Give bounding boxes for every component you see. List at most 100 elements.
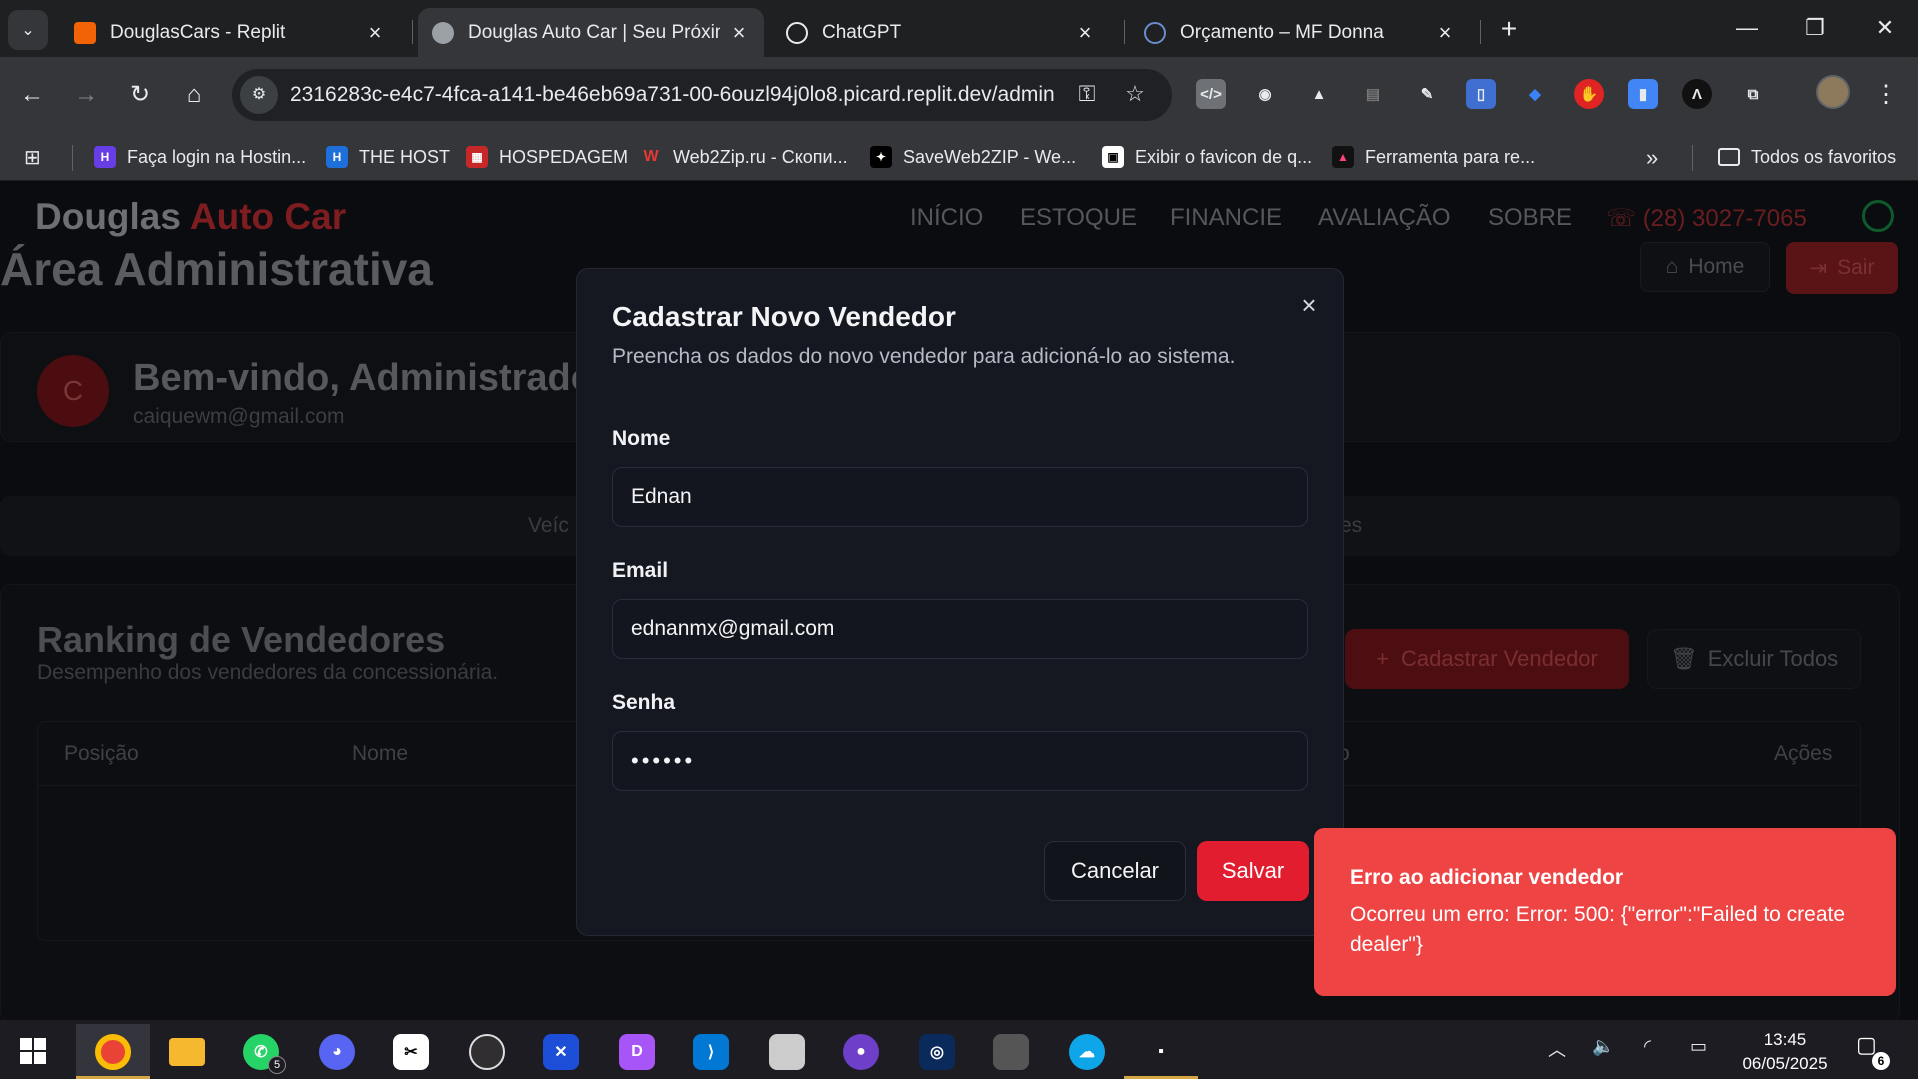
cube-icon: ▪ (1158, 1042, 1164, 1060)
chatgpt-icon (786, 21, 808, 44)
bookmark-hostinger[interactable]: H Faça login na Hostin... (94, 143, 306, 171)
bookmark-hospedagem[interactable]: ▦ HOSPEDAGEM (466, 143, 628, 171)
close-icon[interactable]: × (1434, 20, 1456, 46)
camera-extension-icon[interactable]: ◉ (1250, 79, 1280, 109)
color-picker-extension-icon[interactable]: ✎ (1412, 79, 1442, 109)
taskbar-chrome[interactable] (76, 1024, 150, 1079)
close-window-icon[interactable]: ✕ (1860, 8, 1910, 48)
vercel-extension-icon[interactable]: ▲ (1304, 79, 1334, 109)
arc-extension-icon[interactable]: Λ (1682, 79, 1712, 109)
address-bar[interactable]: ⚙ 2316283c-e4c7-4fca-a141-be46eb69a731-0… (232, 69, 1172, 121)
name-field[interactable]: Ednan (612, 467, 1308, 527)
whatsapp-icon[interactable] (1862, 200, 1894, 232)
phone-extension-icon[interactable]: ▯ (1466, 79, 1496, 109)
apps-grid-icon[interactable]: ⊞ (24, 147, 48, 169)
tab-search-button[interactable]: ⌄ (8, 10, 48, 50)
bookmark-label: THE HOST (359, 146, 451, 167)
system-clock[interactable]: 13:45 06/05/2025 (1730, 1028, 1840, 1076)
nav-inicio[interactable]: INÍCIO (910, 204, 983, 232)
error-toast[interactable]: Erro ao adicionar vendedor Ocorreu um er… (1314, 828, 1896, 996)
docs-extension-icon[interactable]: ▮ (1628, 79, 1658, 109)
taskbar-cube[interactable]: ▪ (1124, 1024, 1198, 1079)
windows-start-icon[interactable] (20, 1038, 46, 1064)
thehost-icon: H (326, 146, 348, 168)
taskbar-cloud[interactable]: ☁ (1050, 1024, 1124, 1079)
taskbar-file-explorer[interactable] (150, 1024, 224, 1079)
taskbar-vscode[interactable]: ⟩ (674, 1024, 748, 1079)
logout-button[interactable]: ⇥ Sair (1786, 242, 1898, 294)
site-logo[interactable]: Douglas Auto Car (35, 196, 346, 238)
bookmark-web2zip[interactable]: W Web2Zip.ru - Скопи... (640, 143, 848, 171)
home-button[interactable]: ⌂ Home (1640, 242, 1770, 292)
taskbar-app-purple[interactable]: D (600, 1024, 674, 1079)
more-bookmarks-icon[interactable]: » (1646, 145, 1658, 171)
password-key-icon[interactable]: ⚿ (1072, 81, 1102, 107)
add-seller-button[interactable]: + Cadastrar Vendedor (1345, 629, 1629, 689)
taskbar-app-dark[interactable]: ◎ (900, 1024, 974, 1079)
taskbar-app-blue[interactable]: ✕ (524, 1024, 598, 1079)
home-icon[interactable]: ⌂ (174, 75, 214, 115)
forward-arrow-icon[interactable]: → (66, 75, 106, 115)
wifi-icon[interactable]: ◜ (1644, 1036, 1651, 1057)
clock-date: 06/05/2025 (1742, 1054, 1828, 1073)
bookmark-favicon[interactable]: ▣ Exibir o favicon de q... (1102, 143, 1312, 171)
password-field[interactable]: •••••• (612, 731, 1308, 791)
close-icon[interactable]: × (364, 20, 386, 46)
bookmark-the-host[interactable]: H THE HOST (326, 143, 450, 171)
back-arrow-icon[interactable]: ← (12, 75, 52, 115)
folder-icon (169, 1037, 205, 1066)
nav-financie[interactable]: FINANCIE (1170, 204, 1282, 232)
save-button[interactable]: Salvar (1197, 841, 1309, 901)
tab-chatgpt[interactable]: ChatGPT × (772, 8, 1110, 57)
url-text[interactable]: 2316283c-e4c7-4fca-a141-be46eb69a731-00-… (290, 83, 1055, 107)
nav-sobre[interactable]: SOBRE (1488, 204, 1572, 232)
bookmark-star-icon[interactable]: ☆ (1120, 81, 1150, 107)
close-icon[interactable]: × (1295, 291, 1323, 319)
printer-extension-icon[interactable]: ▤ (1358, 79, 1388, 109)
volume-icon[interactable]: 🔈 (1592, 1036, 1614, 1057)
close-icon[interactable]: × (1074, 20, 1096, 46)
extensions-puzzle-icon[interactable]: ⧉ (1738, 79, 1768, 109)
stop-extension-icon[interactable]: ✋ (1574, 79, 1604, 109)
folder-icon (1718, 148, 1740, 166)
loading-icon (1144, 21, 1166, 44)
nav-avaliacao[interactable]: AVALIAÇÃO (1318, 204, 1451, 232)
tab-veiculos[interactable]: Veíc (528, 514, 569, 538)
replit-icon (74, 21, 96, 44)
browser-tab-strip: ⌄ DouglasCars - Replit × Douglas Auto Ca… (0, 0, 1918, 57)
taskbar-whatsapp[interactable]: ✆ 5 (224, 1024, 298, 1079)
page-title: Área Administrativa (0, 243, 433, 295)
taskbar-github[interactable]: ● (824, 1024, 898, 1079)
close-icon[interactable]: × (728, 20, 750, 46)
menu-kebab-icon[interactable]: ⋮ (1866, 75, 1906, 115)
tab-orcamento-mf-donna[interactable]: Orçamento – MF Donna × (1130, 8, 1470, 57)
taskbar-obs[interactable] (450, 1024, 524, 1079)
screen: ⌄ DouglasCars - Replit × Douglas Auto Ca… (0, 0, 1918, 1079)
email-field[interactable]: ednanmx@gmail.com (612, 599, 1308, 659)
tool-app-icon (769, 1033, 805, 1070)
show-hidden-icons-icon[interactable]: ︿ (1548, 1036, 1566, 1062)
reload-icon[interactable]: ↻ (120, 75, 160, 115)
site-info-icon[interactable]: ⚙ (240, 76, 278, 114)
bookmark-ferramenta[interactable]: ▲ Ferramenta para re... (1332, 143, 1535, 171)
taskbar-httrack[interactable] (974, 1024, 1048, 1079)
tab-douglascars-replit[interactable]: DouglasCars - Replit × (60, 8, 400, 57)
profile-avatar[interactable] (1816, 75, 1850, 109)
nav-estoque[interactable]: ESTOQUE (1020, 204, 1137, 232)
phone-link[interactable]: ☏ (28) 3027-7065 (1606, 204, 1807, 233)
all-bookmarks-folder[interactable]: Todos os favoritos (1718, 143, 1896, 171)
delete-all-button[interactable]: 🗑 Excluir Todos (1647, 629, 1861, 689)
tab-douglas-auto-car[interactable]: Douglas Auto Car | Seu Próximo × (418, 8, 764, 57)
cancel-button[interactable]: Cancelar (1044, 841, 1186, 901)
new-tab-button[interactable]: + (1492, 12, 1526, 46)
minimize-icon[interactable]: — (1722, 8, 1772, 48)
tab-title: DouglasCars - Replit (110, 21, 286, 43)
taskbar-tool[interactable] (750, 1024, 824, 1079)
battery-icon[interactable]: ▭ (1690, 1036, 1707, 1057)
bookmark-saveweb2zip[interactable]: ✦ SaveWeb2ZIP - We... (870, 143, 1076, 171)
taskbar-discord[interactable]: ◕ (300, 1024, 374, 1079)
tag-extension-icon[interactable]: ◆ (1520, 79, 1550, 109)
restore-icon[interactable]: ❐ (1790, 8, 1840, 48)
dev-tools-extension-icon[interactable]: </> (1196, 79, 1226, 109)
taskbar-capcut[interactable]: ✂ (374, 1024, 448, 1079)
